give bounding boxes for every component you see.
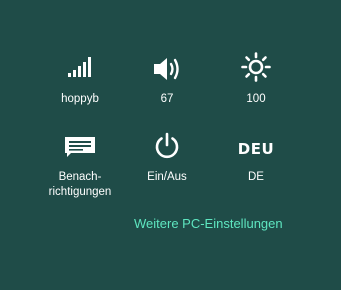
notifications-label-line1: Benach-: [58, 171, 102, 183]
power-tile[interactable]: Ein/Aus: [127, 132, 207, 204]
language-tile[interactable]: DEU DE: [216, 132, 296, 204]
more-pc-settings-link[interactable]: Weitere PC-Einstellungen: [134, 216, 283, 231]
brightness-level-label: 100: [246, 93, 266, 105]
network-tile[interactable]: hoppyb: [40, 52, 120, 112]
sun-icon: [241, 52, 271, 82]
speaker-icon: [154, 58, 179, 80]
network-name-label: hoppyb: [61, 93, 99, 105]
settings-charm-panel: hoppyb 67 100 Benach- richtigungen Ein/A…: [0, 0, 341, 290]
power-icon: [155, 132, 179, 159]
signal-bars-icon: [68, 57, 91, 77]
volume-tile[interactable]: 67: [127, 52, 207, 112]
notifications-tile[interactable]: Benach- richtigungen: [40, 132, 120, 204]
volume-level-label: 67: [160, 93, 174, 105]
notifications-label-line2: richtigungen: [48, 186, 112, 198]
language-code: DEU: [237, 140, 275, 158]
language-label: DE: [248, 171, 264, 183]
brightness-tile[interactable]: 100: [216, 52, 296, 112]
power-label: Ein/Aus: [147, 171, 187, 183]
notifications-icon: [65, 137, 95, 157]
